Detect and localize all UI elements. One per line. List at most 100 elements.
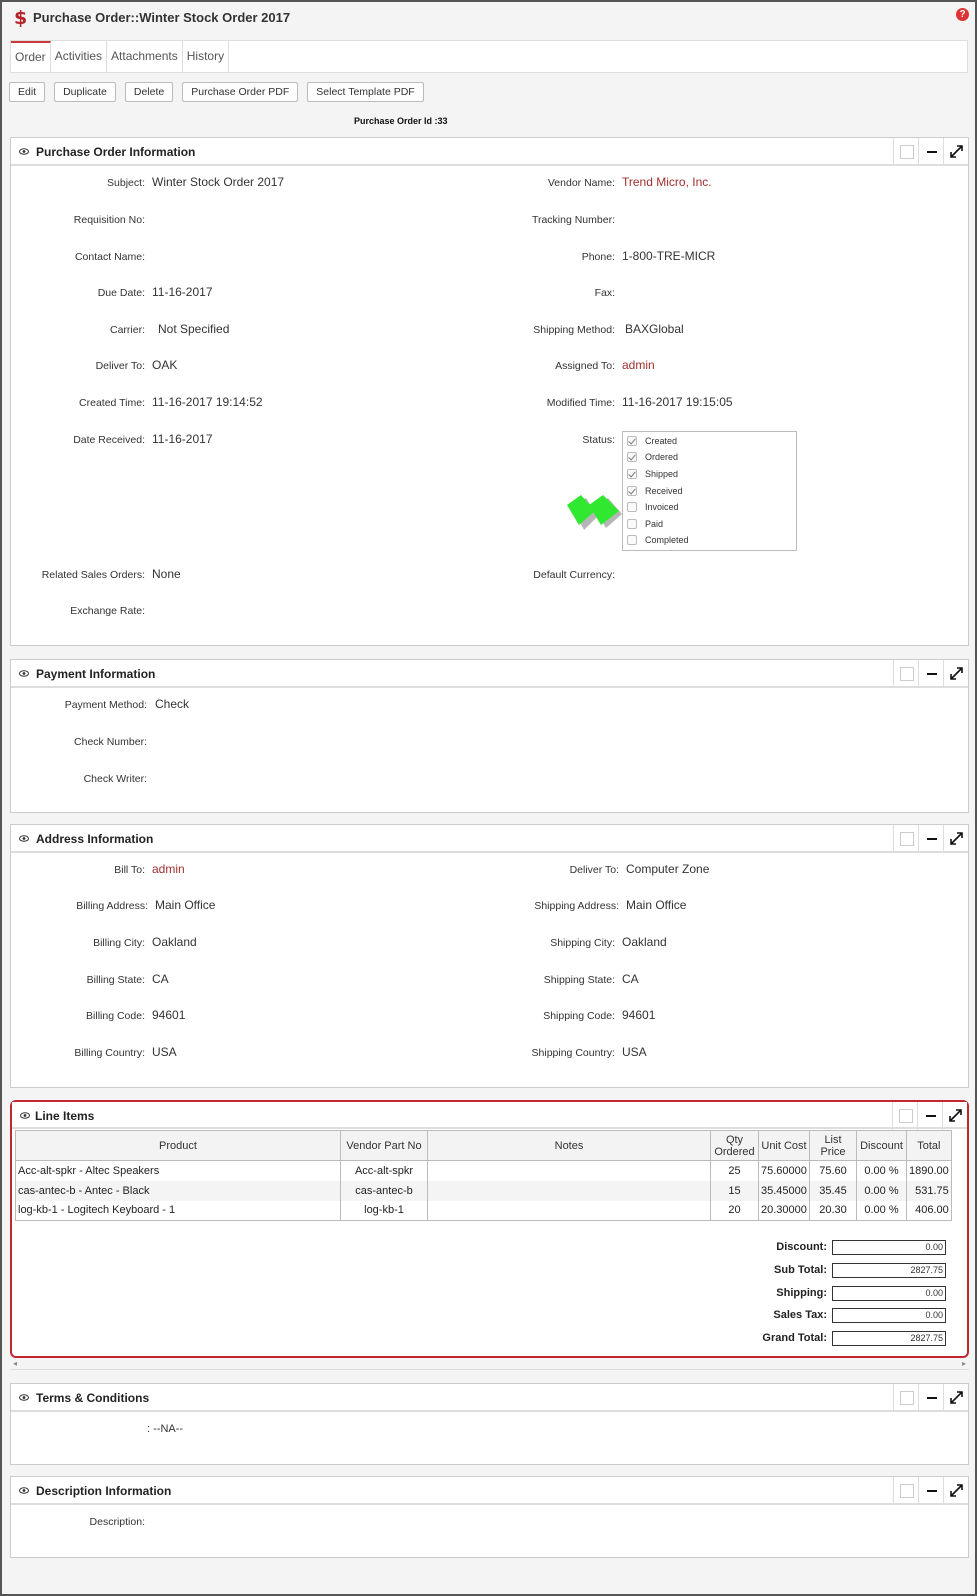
check-writer-label: Check Writer: xyxy=(83,773,147,785)
discount-total-field[interactable]: 0.00 xyxy=(832,1240,946,1255)
phone-value: 1-800-TRE-MICR xyxy=(622,249,716,263)
status-option-created[interactable]: Created xyxy=(627,433,677,449)
created-time-value: 11-16-2017 19:14:52 xyxy=(152,395,263,409)
assigned-to-link[interactable]: admin xyxy=(622,358,655,372)
eye-icon[interactable] xyxy=(19,1487,29,1494)
purchase-order-pdf-button[interactable]: Purchase Order PDF xyxy=(182,82,299,102)
shipping-method-value: BAXGlobal xyxy=(625,322,684,336)
tab-history[interactable]: History xyxy=(183,41,230,72)
checkbox[interactable] xyxy=(627,535,637,545)
date-received-label: Date Received: xyxy=(73,434,145,446)
minimize-icon[interactable] xyxy=(918,1384,943,1412)
panel-description-information: Description Information xyxy=(10,1476,969,1558)
column-header-qty-ordered: Qty Ordered xyxy=(710,1130,759,1161)
status-option-completed[interactable]: Completed xyxy=(627,532,689,548)
status-label: Status: xyxy=(582,434,615,446)
default-currency-label: Default Currency: xyxy=(533,569,615,581)
vendor-name-link[interactable]: Trend Micro, Inc. xyxy=(622,175,712,189)
minimize-icon[interactable] xyxy=(918,138,943,166)
checkbox[interactable] xyxy=(627,469,637,479)
column-header-discount: Discount xyxy=(856,1130,907,1161)
tab-activities[interactable]: Activities xyxy=(51,41,108,72)
panel-toggle-box[interactable] xyxy=(893,138,918,166)
edit-button[interactable]: Edit xyxy=(9,82,46,102)
eye-icon[interactable] xyxy=(19,1394,29,1401)
expand-icon[interactable] xyxy=(943,825,968,853)
checkbox[interactable] xyxy=(627,519,637,529)
minimize-icon[interactable] xyxy=(917,1102,942,1130)
scroll-right-icon[interactable]: ▸ xyxy=(962,1359,966,1368)
status-option-paid[interactable]: Paid xyxy=(627,516,663,532)
line-items-table: Product Vendor Part No Notes Qty Ordered… xyxy=(15,1130,952,1221)
sub-total-field[interactable]: 2827.75 xyxy=(832,1263,946,1278)
column-header-vendor-part-no: Vendor Part No xyxy=(340,1130,428,1161)
table-header-row: Product Vendor Part No Notes Qty Ordered… xyxy=(15,1130,952,1161)
minimize-icon[interactable] xyxy=(918,825,943,853)
panel-toggle-box[interactable] xyxy=(893,825,918,853)
checkbox[interactable] xyxy=(627,452,637,462)
expand-icon[interactable] xyxy=(943,1477,968,1505)
checkbox[interactable] xyxy=(627,436,637,446)
status-option-invoiced[interactable]: Invoiced xyxy=(627,499,679,515)
column-header-product: Product xyxy=(15,1130,341,1161)
shipping-city-value: Oakland xyxy=(622,935,667,949)
modified-time-label: Modified Time: xyxy=(546,397,615,409)
shipping-total-label: Shipping: xyxy=(776,1287,827,1299)
expand-icon[interactable] xyxy=(943,660,968,688)
bill-to-link[interactable]: admin xyxy=(152,862,185,876)
shipping-country-label: Shipping Country: xyxy=(531,1047,615,1059)
title-bar: $ Purchase Order::Winter Stock Order 201… xyxy=(4,4,973,34)
cell-list-price: 35.45 xyxy=(809,1180,857,1201)
panel-toggle-box[interactable] xyxy=(892,1102,917,1130)
vendor-name-label: Vendor Name: xyxy=(547,177,615,189)
shipping-address-value: Main Office xyxy=(626,898,687,912)
eye-icon[interactable] xyxy=(19,670,29,677)
billing-state-value: CA xyxy=(152,972,169,986)
tab-order[interactable]: Order xyxy=(11,41,51,72)
deliver-to-value: OAK xyxy=(152,358,178,372)
scroll-left-icon[interactable]: ◂ xyxy=(13,1359,17,1368)
panel-toggle-box[interactable] xyxy=(893,660,918,688)
cell-total: 406.00 xyxy=(906,1200,952,1221)
carrier-value: Not Specified xyxy=(158,322,230,336)
shipping-total-field[interactable]: 0.00 xyxy=(832,1286,946,1301)
panel-header: Description Information xyxy=(11,1477,968,1505)
checkbox[interactable] xyxy=(627,502,637,512)
duplicate-button[interactable]: Duplicate xyxy=(54,82,116,102)
tab-attachments[interactable]: Attachments xyxy=(107,41,183,72)
status-option-ordered[interactable]: Ordered xyxy=(627,449,678,465)
minimize-icon[interactable] xyxy=(918,1477,943,1505)
select-template-pdf-button[interactable]: Select Template PDF xyxy=(307,82,424,102)
billing-state-label: Billing State: xyxy=(86,974,145,986)
help-icon[interactable]: ? xyxy=(956,8,969,21)
eye-icon[interactable] xyxy=(19,148,29,155)
dollar-icon: $ xyxy=(14,7,28,29)
minimize-icon[interactable] xyxy=(918,660,943,688)
billing-city-label: Billing City: xyxy=(93,937,145,949)
shipping-method-label: Shipping Method: xyxy=(533,324,615,336)
terms-value: : --NA-- xyxy=(147,1423,184,1435)
status-option-received[interactable]: Received xyxy=(627,483,683,499)
expand-icon[interactable] xyxy=(943,138,968,166)
panel-toggle-box[interactable] xyxy=(893,1384,918,1412)
payment-method-value: Check xyxy=(155,697,190,711)
cell-unit-cost: 75.60000 xyxy=(758,1160,810,1181)
shipping-code-label: Shipping Code: xyxy=(543,1010,615,1022)
cell-product: cas-antec-b - Antec - Black xyxy=(15,1180,341,1201)
status-option-shipped[interactable]: Shipped xyxy=(627,466,678,482)
cell-list-price: 20.30 xyxy=(809,1200,857,1221)
sales-tax-field[interactable]: 0.00 xyxy=(832,1308,946,1323)
grand-total-label: Grand Total: xyxy=(762,1332,827,1344)
payment-method-label: Payment Method: xyxy=(64,699,147,711)
grand-total-field[interactable]: 2827.75 xyxy=(832,1331,946,1346)
panel-toggle-box[interactable] xyxy=(893,1477,918,1505)
shipping-country-value: USA xyxy=(622,1045,647,1059)
eye-icon[interactable] xyxy=(19,835,29,842)
subject-value: Winter Stock Order 2017 xyxy=(152,175,285,189)
delete-button[interactable]: Delete xyxy=(124,82,174,102)
expand-icon[interactable] xyxy=(942,1102,967,1130)
expand-icon[interactable] xyxy=(943,1384,968,1412)
checkbox[interactable] xyxy=(627,486,637,496)
horizontal-scrollbar[interactable]: ◂ ▸ xyxy=(10,1359,969,1370)
eye-icon[interactable] xyxy=(20,1112,30,1119)
